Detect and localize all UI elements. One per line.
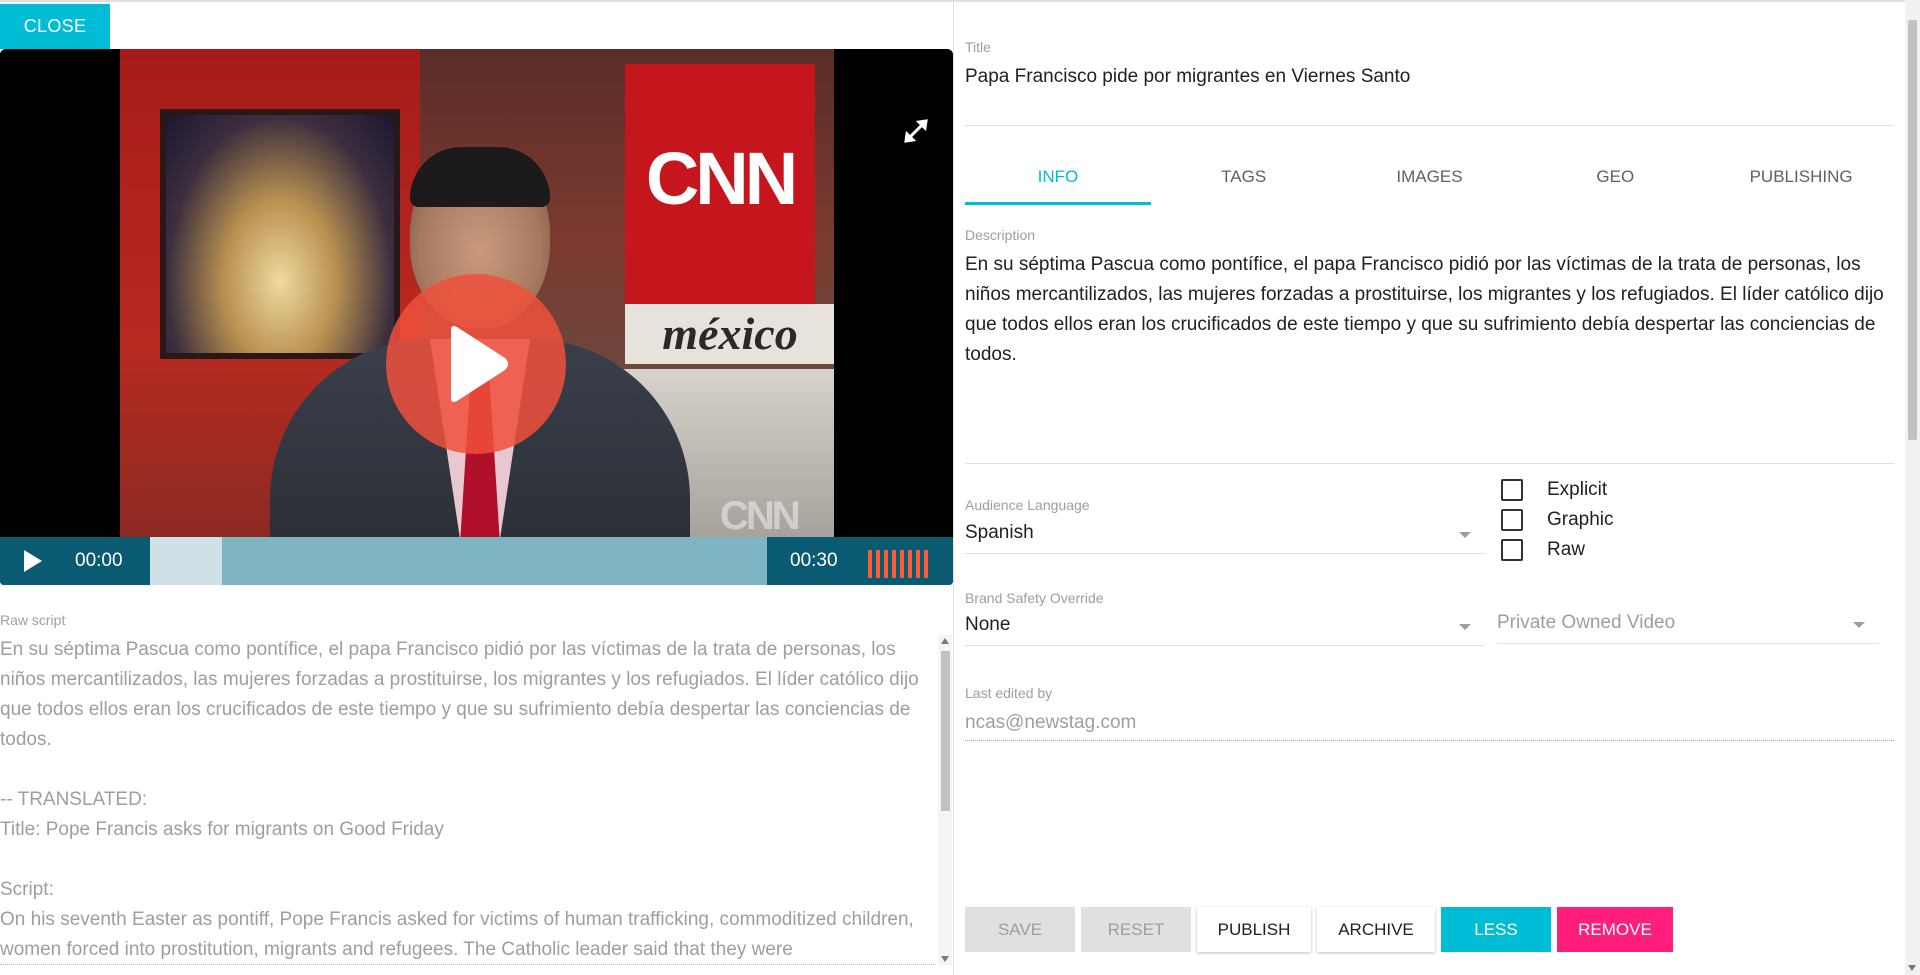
volume-bar[interactable] [868, 550, 872, 578]
watermark-logo: CNN [720, 494, 801, 537]
volume-control[interactable] [868, 550, 928, 578]
raw-script-scrollbar[interactable] [938, 635, 952, 965]
reset-button[interactable]: RESET [1081, 907, 1191, 952]
volume-bar[interactable] [884, 550, 888, 578]
audience-language-select[interactable]: Spanish [965, 518, 1485, 554]
video-player[interactable]: CNN méxico CNN 00:00 00:30 [0, 49, 953, 585]
volume-bar[interactable] [916, 550, 920, 578]
publish-button[interactable]: PUBLISH [1197, 907, 1311, 952]
chevron-down-icon [1853, 622, 1865, 628]
title-label: Title [965, 39, 991, 55]
last-edited-field: ncas@newstag.com [965, 712, 1894, 741]
action-bar: SAVE RESET PUBLISH ARCHIVE LESS REMOVE [965, 907, 1673, 952]
duration: 00:30 [790, 550, 838, 571]
scroll-up-icon[interactable] [941, 638, 949, 644]
media-pane: CLOSE CNN méxico CNN 00:00 00:30 Raw scr… [0, 0, 954, 975]
brand-safety-select[interactable]: None [965, 610, 1485, 646]
close-button[interactable]: CLOSE [0, 4, 110, 49]
archive-button[interactable]: ARCHIVE [1317, 907, 1435, 952]
description-textarea[interactable]: En su séptima Pascua como pontífice, el … [965, 250, 1900, 370]
checkbox-graphic[interactable]: Graphic [1501, 507, 1614, 533]
current-time: 00:00 [75, 550, 123, 571]
checkbox-raw[interactable]: Raw [1501, 537, 1585, 563]
video-frame[interactable]: CNN méxico CNN [0, 49, 953, 537]
scrollbar-thumb[interactable] [1908, 20, 1917, 440]
app-root: CLOSE CNN méxico CNN 00:00 00:30 Raw scr… [0, 0, 1920, 975]
play-icon [451, 326, 508, 402]
play-pause-button[interactable] [18, 547, 46, 575]
cnn-logo: CNN [645, 137, 798, 220]
fullscreen-icon[interactable] [902, 117, 930, 145]
chevron-down-icon [1459, 532, 1471, 538]
page-scrollbar[interactable] [1905, 0, 1920, 975]
tab-info[interactable]: INFO [965, 157, 1151, 205]
checkbox-icon[interactable] [1501, 539, 1523, 561]
tab-tags[interactable]: TAGS [1151, 157, 1337, 205]
player-controls: 00:00 00:30 [0, 537, 953, 585]
tab-bar: INFO TAGS IMAGES GEO PUBLISHING [965, 157, 1894, 205]
volume-bar[interactable] [900, 550, 904, 578]
remove-button[interactable]: REMOVE [1557, 907, 1673, 952]
last-edited-label: Last edited by [965, 685, 1053, 701]
checkbox-explicit[interactable]: Explicit [1501, 477, 1607, 503]
raw-script-textarea[interactable]: En su séptima Pascua como pontífice, el … [0, 635, 936, 965]
save-button[interactable]: SAVE [965, 907, 1075, 952]
checkbox-icon[interactable] [1501, 479, 1523, 501]
buffered-range [150, 537, 223, 585]
description-label: Description [965, 227, 1036, 243]
big-play-button[interactable] [386, 274, 566, 454]
scrollbar-thumb[interactable] [941, 651, 950, 811]
title-input[interactable]: Papa Francisco pide por migrantes en Vie… [965, 66, 1410, 88]
less-button[interactable]: LESS [1441, 907, 1551, 952]
tab-geo[interactable]: GEO [1522, 157, 1708, 205]
volume-bar[interactable] [924, 550, 928, 578]
checkbox-icon[interactable] [1501, 509, 1523, 531]
background-image [160, 109, 400, 359]
scroll-down-icon[interactable] [941, 956, 949, 962]
play-icon [24, 550, 42, 572]
mexico-sign: méxico [625, 304, 834, 364]
brand-safety-label: Brand Safety Override [965, 590, 1104, 606]
ownership-select[interactable]: Private Owned Video [1497, 608, 1879, 644]
tab-publishing[interactable]: PUBLISHING [1708, 157, 1894, 205]
volume-bar[interactable] [892, 550, 896, 578]
raw-script-label: Raw script [0, 612, 66, 628]
chevron-down-icon [1459, 624, 1471, 630]
volume-bar[interactable] [908, 550, 912, 578]
audience-language-label: Audience Language [965, 497, 1090, 513]
scroll-down-icon[interactable] [1908, 965, 1916, 971]
metadata-pane: Title Papa Francisco pide por migrantes … [954, 0, 1920, 975]
tab-images[interactable]: IMAGES [1337, 157, 1523, 205]
volume-bar[interactable] [876, 550, 880, 578]
seek-bar[interactable] [150, 537, 767, 585]
